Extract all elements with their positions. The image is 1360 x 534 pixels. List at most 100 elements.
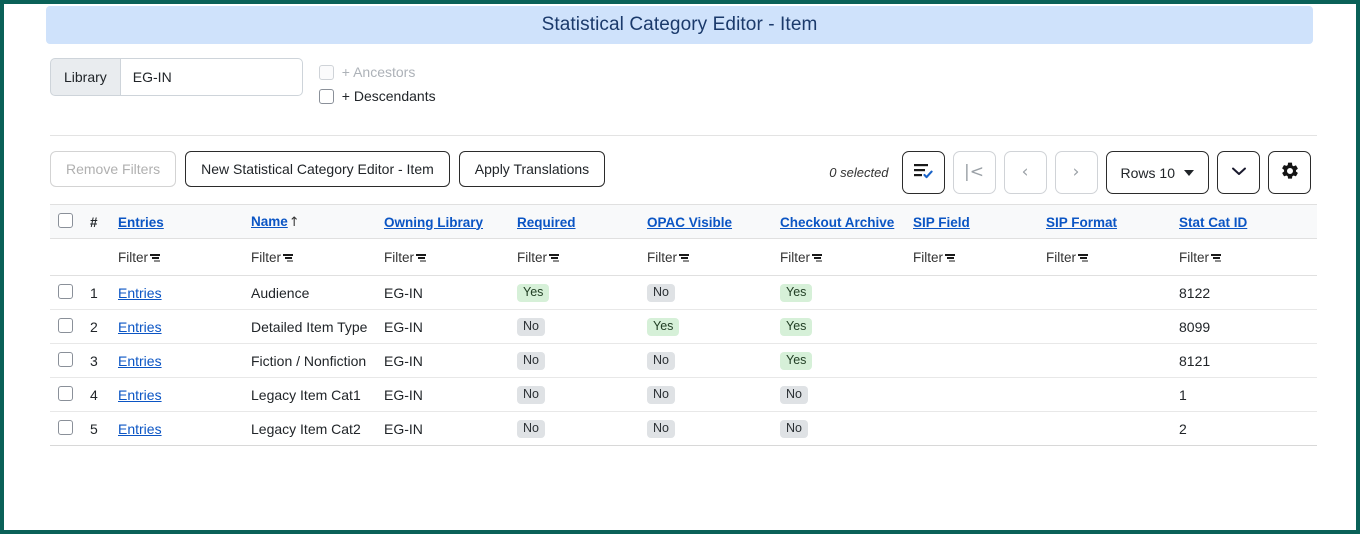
row-entries-cell: Entries <box>110 411 243 446</box>
column-header-checkout-archive: Checkout Archive <box>772 204 905 239</box>
sort-link-name[interactable]: Name <box>251 214 288 229</box>
table-row[interactable]: 5 Entries Legacy Item Cat2 EG-IN No No N… <box>50 411 1317 446</box>
filter-cell-sip-format[interactable]: Filter <box>1038 238 1171 276</box>
filter-label: Filter <box>1046 250 1076 265</box>
sort-link-owning-library[interactable]: Owning Library <box>384 215 483 230</box>
apply-translations-button[interactable]: Apply Translations <box>458 151 606 187</box>
row-archive-cell: No <box>772 411 905 446</box>
list-check-icon-button[interactable] <box>901 151 945 194</box>
funnel-icon <box>812 253 822 263</box>
new-record-button[interactable]: New Statistical Category Editor - Item <box>185 151 450 187</box>
next-page-button[interactable]: › <box>1054 151 1098 194</box>
filter-sip-format[interactable]: Filter <box>1046 250 1088 265</box>
opac-visible-badge: Yes <box>647 317 680 337</box>
rows-per-page-dropdown[interactable]: Rows 10 <box>1105 151 1209 194</box>
sort-ascending-icon: ↑ <box>288 215 300 230</box>
column-header-opac-visible: OPAC Visible <box>639 204 772 239</box>
scope-checkboxes: + Ancestors + Descendants <box>318 58 436 104</box>
filter-entries[interactable]: Filter <box>118 250 160 265</box>
library-input-group: Library <box>50 58 303 96</box>
entries-link[interactable]: Entries <box>118 421 162 437</box>
row-stat-cat-id: 2 <box>1171 411 1317 446</box>
table-row[interactable]: 2 Entries Detailed Item Type EG-IN No Ye… <box>50 309 1317 344</box>
filter-checkout-archive[interactable]: Filter <box>780 250 822 265</box>
row-sip-field <box>905 343 1038 378</box>
library-input[interactable] <box>119 58 303 96</box>
filter-name[interactable]: Filter <box>251 250 293 265</box>
row-checkbox[interactable] <box>58 317 73 333</box>
filter-cell-number <box>82 238 110 276</box>
table-header-row: # Entries Name↑ Owning Library Required <box>50 204 1317 239</box>
ancestors-checkbox[interactable] <box>318 64 334 80</box>
filter-label: Filter <box>384 250 414 265</box>
column-header-stat-cat-id: Stat Cat ID <box>1171 204 1317 239</box>
ancestors-checkbox-row[interactable]: + Ancestors <box>318 64 436 80</box>
filter-cell-stat-cat-id[interactable]: Filter <box>1171 238 1317 276</box>
table-row[interactable]: 3 Entries Fiction / Nonfiction EG-IN No … <box>50 343 1317 378</box>
sort-link-sip-field[interactable]: SIP Field <box>913 215 970 230</box>
filter-required[interactable]: Filter <box>517 250 559 265</box>
row-checkbox[interactable] <box>58 351 73 367</box>
sort-link-opac-visible[interactable]: OPAC Visible <box>647 215 732 230</box>
filter-owning-library[interactable]: Filter <box>384 250 426 265</box>
row-sip-format <box>1038 309 1171 344</box>
row-opac-cell: No <box>639 377 772 412</box>
previous-page-button[interactable]: ‹ <box>1003 151 1047 194</box>
row-sip-field <box>905 309 1038 344</box>
sort-link-required[interactable]: Required <box>517 215 576 230</box>
filter-cell-sip-field[interactable]: Filter <box>905 238 1038 276</box>
filter-sip-field[interactable]: Filter <box>913 250 955 265</box>
descendants-checkbox[interactable] <box>318 88 334 104</box>
filter-cell-entries[interactable]: Filter <box>110 238 243 276</box>
filter-label: Filter <box>517 250 547 265</box>
funnel-icon <box>549 253 559 263</box>
entries-link[interactable]: Entries <box>118 319 162 335</box>
filter-cell-name[interactable]: Filter <box>243 238 376 276</box>
first-page-button[interactable]: |< <box>952 151 996 194</box>
row-sip-field <box>905 275 1038 310</box>
settings-button[interactable] <box>1268 151 1311 194</box>
filter-cell-required[interactable]: Filter <box>509 238 639 276</box>
action-toolbar: Remove Filters New Statistical Category … <box>50 151 606 187</box>
next-page-icon: › <box>1072 162 1080 182</box>
entries-link[interactable]: Entries <box>118 285 162 301</box>
row-required-cell: No <box>509 309 639 344</box>
row-checkbox[interactable] <box>58 419 73 435</box>
column-header-name: Name↑ <box>243 204 376 239</box>
funnel-icon <box>679 253 689 263</box>
sort-link-stat-cat-id[interactable]: Stat Cat ID <box>1179 215 1247 230</box>
descendants-checkbox-row[interactable]: + Descendants <box>318 88 436 104</box>
table-row[interactable]: 1 Entries Audience EG-IN Yes No Yes 8122 <box>50 275 1317 310</box>
remove-filters-button[interactable]: Remove Filters <box>50 151 177 187</box>
entries-link[interactable]: Entries <box>118 353 162 369</box>
filter-cell-opac-visible[interactable]: Filter <box>639 238 772 276</box>
row-owning-library: EG-IN <box>376 275 509 310</box>
row-archive-cell: Yes <box>772 309 905 344</box>
row-number: 4 <box>82 377 110 412</box>
filter-opac-visible[interactable]: Filter <box>647 250 689 265</box>
checkout-archive-badge: No <box>780 385 808 405</box>
filter-label: Filter <box>647 250 677 265</box>
funnel-icon <box>945 253 955 263</box>
row-name-cell: Fiction / Nonfiction <box>243 343 376 378</box>
row-name: Legacy Item Cat1 <box>251 386 361 403</box>
filter-cell-select <box>50 238 82 276</box>
sort-link-checkout-archive[interactable]: Checkout Archive <box>780 215 894 230</box>
row-archive-cell: Yes <box>772 275 905 310</box>
select-all-checkbox[interactable] <box>58 212 73 228</box>
table-row[interactable]: 4 Entries Legacy Item Cat1 EG-IN No No N… <box>50 377 1317 412</box>
sort-link-entries[interactable]: Entries <box>118 215 164 230</box>
row-checkbox[interactable] <box>58 385 73 401</box>
funnel-icon <box>416 253 426 263</box>
filter-label: Filter <box>780 250 810 265</box>
filter-cell-checkout-archive[interactable]: Filter <box>772 238 905 276</box>
entries-link[interactable]: Entries <box>118 387 162 403</box>
library-label: Library <box>50 58 120 96</box>
expand-options-button[interactable] <box>1217 151 1260 194</box>
row-archive-cell: Yes <box>772 343 905 378</box>
row-sip-format <box>1038 343 1171 378</box>
row-checkbox[interactable] <box>58 283 73 299</box>
sort-link-sip-format[interactable]: SIP Format <box>1046 215 1117 230</box>
filter-cell-owning-library[interactable]: Filter <box>376 238 509 276</box>
filter-stat-cat-id[interactable]: Filter <box>1179 250 1221 265</box>
